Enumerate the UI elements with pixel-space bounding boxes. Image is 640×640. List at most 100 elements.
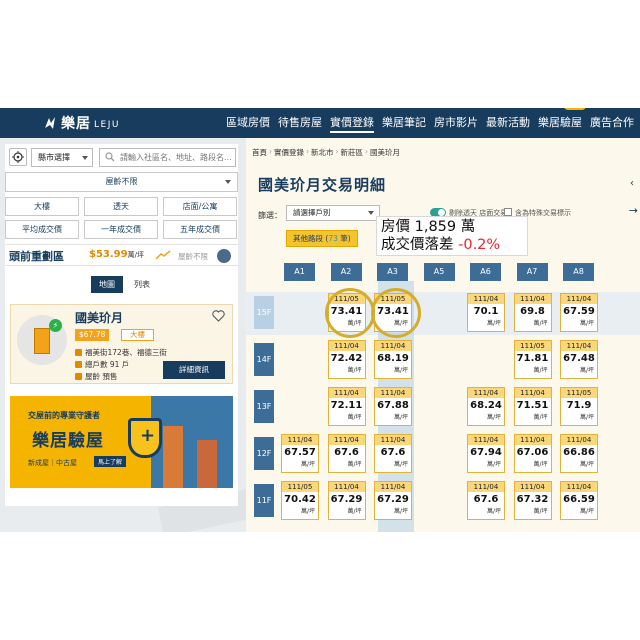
- breadcrumb-item[interactable]: 新北市: [311, 147, 334, 158]
- chevron-down-icon: [82, 156, 88, 160]
- nav-item-3[interactable]: 樂居筆記: [378, 108, 430, 138]
- price-unit: 萬/坪: [347, 461, 362, 468]
- special-trade-checkbox[interactable]: [504, 208, 512, 216]
- transaction-date: 111/04: [375, 388, 411, 398]
- transaction-date: 111/04: [468, 435, 504, 445]
- price-unit: 萬/坪: [579, 461, 594, 468]
- transaction-cell[interactable]: 111/04 67.94 萬/坪: [467, 434, 505, 473]
- filter-five-year-price[interactable]: 五年成交價: [163, 220, 237, 239]
- transaction-cell[interactable]: 111/04 67.06 萬/坪: [513, 434, 552, 473]
- age-row: 屋齡 預售: [75, 371, 117, 382]
- price-unit: 萬/坪: [347, 508, 362, 515]
- transaction-cell[interactable]: 111/04 67.29 萬/坪: [374, 481, 412, 520]
- price-tag: $67.78: [75, 329, 110, 341]
- transaction-cell[interactable]: 111/04 70.1 萬/坪: [467, 293, 505, 332]
- pin-icon: [75, 349, 82, 356]
- breadcrumb-item[interactable]: 新莊區: [341, 147, 364, 158]
- filter-building[interactable]: 大樓: [5, 197, 79, 216]
- locate-button[interactable]: [9, 148, 27, 166]
- nav-item-7[interactable]: 廣告合作: [586, 108, 638, 138]
- tab-map[interactable]: 地圖: [91, 276, 123, 293]
- filter-one-year-price[interactable]: 一年成交價: [84, 220, 158, 239]
- nav-item-5[interactable]: 最新活動: [482, 108, 534, 138]
- price-unit: 萬/坪: [579, 367, 594, 374]
- chevron-left-icon[interactable]: ‹: [630, 178, 634, 189]
- transaction-cell[interactable]: 111/04 66.86 萬/坪: [560, 434, 598, 473]
- transaction-cell[interactable]: 111/04 71.51 萬/坪: [513, 387, 552, 426]
- trend-up-icon: [155, 250, 171, 260]
- logo[interactable]: 樂居 LEJU: [42, 114, 120, 132]
- building-icon: [75, 361, 82, 368]
- tab-list[interactable]: 列表: [126, 276, 158, 293]
- banner-cta[interactable]: 馬上了解: [94, 456, 127, 467]
- unit-select[interactable]: 請選擇戶別: [286, 205, 380, 221]
- city-select[interactable]: 縣市選擇: [31, 148, 93, 167]
- heart-icon[interactable]: [212, 310, 225, 322]
- transaction-cell[interactable]: 111/04 68.24 萬/坪: [467, 387, 505, 426]
- price-unit: 萬/坪: [533, 414, 548, 421]
- transaction-cell[interactable]: 111/04 67.48 萬/坪: [560, 340, 598, 379]
- floor-label: 12F: [254, 437, 274, 470]
- transaction-cell[interactable]: 111/04 67.88 萬/坪: [374, 387, 412, 426]
- transaction-price: 67.6: [473, 494, 499, 505]
- transaction-date: 111/04: [514, 482, 551, 492]
- age-select[interactable]: 屋齡不限: [5, 172, 238, 192]
- transaction-date: 111/04: [514, 294, 551, 304]
- filter-avg-price[interactable]: 平均成交價: [5, 220, 79, 239]
- nav-item-4[interactable]: 房市影片: [430, 108, 482, 138]
- filter-shop-apartment[interactable]: 店面/公寓: [163, 197, 237, 216]
- transaction-cell[interactable]: 111/04 67.32 萬/坪: [513, 481, 552, 520]
- transaction-cell[interactable]: 111/04 67.29 萬/坪: [327, 481, 366, 520]
- transaction-price: 66.86: [563, 447, 595, 458]
- nav-item-0[interactable]: 區域房價: [222, 108, 274, 138]
- breadcrumb-separator: ›: [365, 147, 368, 156]
- nav-item-2[interactable]: 實價登錄: [326, 108, 378, 138]
- nav-item-6[interactable]: 樂居驗屋NEW: [534, 108, 586, 138]
- other-sections-button[interactable]: 其他路段 (73 筆): [286, 230, 358, 247]
- transaction-date: 111/05: [282, 482, 318, 492]
- transaction-price: 68.24: [470, 400, 502, 411]
- breadcrumb-item[interactable]: 首頁: [252, 147, 267, 158]
- transaction-cell[interactable]: 111/04 66.59 萬/坪: [560, 481, 598, 520]
- city-select-label: 縣市選擇: [38, 153, 70, 162]
- transaction-cell[interactable]: 111/04 67.6 萬/坪: [327, 434, 366, 473]
- transaction-price: 70.1: [473, 306, 499, 317]
- transaction-date: 111/04: [328, 388, 365, 398]
- crosshair-icon: [12, 151, 24, 163]
- transaction-cell[interactable]: 111/04 72.42 萬/坪: [327, 340, 366, 379]
- transaction-cell[interactable]: 111/04 72.11 萬/坪: [327, 387, 366, 426]
- community-card[interactable]: ⚡ 國美玠月 $67.78 大樓 福美街172巷、福德三街 總戶數 91 戶 屋…: [10, 304, 233, 384]
- floor-label: 11F: [254, 484, 274, 517]
- filter-townhouse[interactable]: 透天: [84, 197, 158, 216]
- search-input[interactable]: [99, 148, 236, 167]
- households-row: 總戶數 91 戶: [75, 359, 129, 370]
- district-summary: 頭前重劃區 $53.99萬/坪 屋齡不限: [5, 244, 238, 266]
- highlight-ring: [371, 288, 421, 338]
- arrow-right-icon[interactable]: →: [629, 204, 638, 217]
- promo-banner[interactable]: 交屋前的專業守護者 樂居驗屋 新成屋｜中古屋 馬上了解 +: [10, 396, 233, 488]
- transaction-cell[interactable]: 111/05 70.42 萬/坪: [281, 481, 319, 520]
- transaction-price: 68.19: [377, 353, 409, 364]
- detail-button[interactable]: 詳細資訊: [163, 361, 225, 379]
- breadcrumb: 首頁 › 實價登錄 › 新北市 › 新莊區 › 國美玠月: [252, 147, 400, 158]
- column-header: A6: [470, 263, 501, 281]
- nav-item-1[interactable]: 待售房屋: [274, 108, 326, 138]
- transaction-cell[interactable]: 111/04 67.57 萬/坪: [281, 434, 319, 473]
- transaction-cell[interactable]: 111/04 67.6 萬/坪: [374, 434, 412, 473]
- transaction-cell[interactable]: 111/04 67.59 萬/坪: [560, 293, 598, 332]
- transaction-date: 111/04: [328, 482, 365, 492]
- compare-icon[interactable]: [217, 249, 231, 263]
- floor-label: 13F: [254, 390, 274, 423]
- transaction-cell[interactable]: 111/05 71.81 萬/坪: [513, 340, 552, 379]
- transaction-price: 67.48: [563, 353, 595, 364]
- transaction-cell[interactable]: 111/04 68.19 萬/坪: [374, 340, 412, 379]
- breadcrumb-item: 國美玠月: [370, 148, 400, 157]
- price-unit: 萬/坪: [533, 367, 548, 374]
- transaction-date: 111/04: [514, 388, 551, 398]
- transaction-price: 67.57: [284, 447, 316, 458]
- breadcrumb-item[interactable]: 實價登錄: [274, 147, 304, 158]
- transaction-cell[interactable]: 111/04 69.8 萬/坪: [513, 293, 552, 332]
- transaction-cell[interactable]: 111/05 71.9 萬/坪: [560, 387, 598, 426]
- transaction-price: 67.88: [377, 400, 409, 411]
- transaction-cell[interactable]: 111/04 67.6 萬/坪: [467, 481, 505, 520]
